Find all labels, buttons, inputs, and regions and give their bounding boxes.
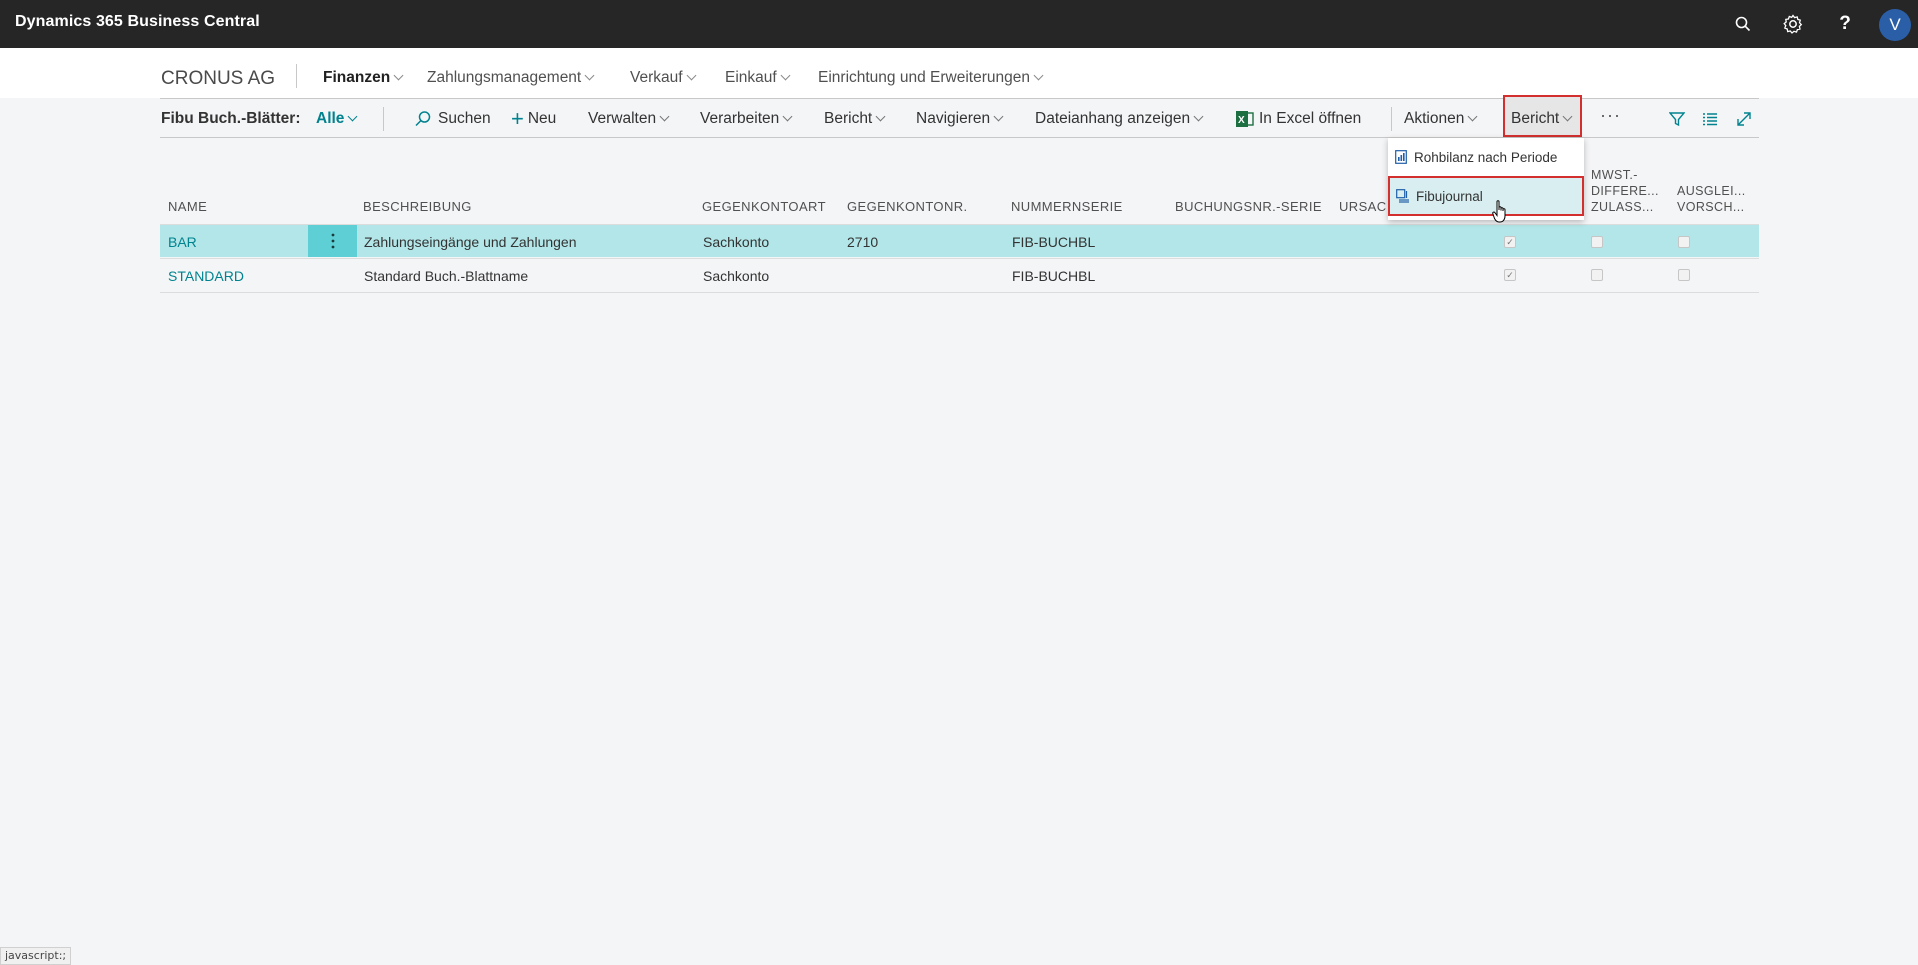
- actions-menu[interactable]: Aktionen: [1404, 110, 1478, 128]
- checkbox[interactable]: [1591, 236, 1603, 248]
- column-header-name[interactable]: NAME: [168, 199, 207, 214]
- process-menu[interactable]: Verarbeiten: [700, 110, 793, 128]
- row-description[interactable]: Standard Buch.-Blattname: [364, 268, 528, 284]
- gear-icon[interactable]: [1781, 12, 1805, 36]
- chevron-down-icon: [393, 70, 404, 81]
- filter-view-select[interactable]: Alle: [316, 110, 358, 128]
- avatar[interactable]: V: [1879, 9, 1911, 41]
- help-icon[interactable]: ?: [1833, 12, 1857, 36]
- action-divider: [383, 107, 384, 131]
- more-options-button[interactable]: ···: [1600, 105, 1621, 126]
- chevron-down-icon: [686, 70, 697, 81]
- checkbox[interactable]: [1678, 269, 1690, 281]
- app-bar: Dynamics 365 Business Central ? V: [0, 0, 1918, 48]
- nav-item-verkauf[interactable]: Verkauf: [630, 69, 697, 87]
- chevron-down-icon: [1467, 111, 1478, 121]
- chevron-down-icon: [782, 111, 793, 121]
- column-header-posting-series[interactable]: BUCHUNGSNR.-SERIE: [1175, 199, 1322, 214]
- company-name[interactable]: CRONUS AG: [161, 68, 275, 90]
- chevron-down-icon: [1033, 70, 1044, 81]
- chevron-down-icon: [875, 111, 886, 121]
- checkbox[interactable]: ✓: [1504, 236, 1516, 248]
- column-header-description[interactable]: BESCHREIBUNG: [363, 199, 472, 214]
- row-name-link[interactable]: STANDARD: [168, 268, 244, 284]
- page-caption: Fibu Buch.-Blätter:: [161, 110, 301, 127]
- column-header-suggest-application[interactable]: AUSGLEI... VORSCH...: [1677, 183, 1746, 215]
- open-in-excel-button[interactable]: X In Excel öffnen: [1236, 110, 1361, 128]
- menu-item-fibujournal[interactable]: Fibujournal: [1388, 176, 1584, 216]
- row-number-series[interactable]: FIB-BUCHBL: [1012, 268, 1095, 284]
- chevron-down-icon: [659, 111, 670, 121]
- column-header-bal-account-no[interactable]: GEGENKONTONR.: [847, 199, 968, 214]
- report-menu-open[interactable]: Bericht: [1511, 110, 1573, 128]
- chevron-down-icon: [1193, 111, 1204, 121]
- filter-icon[interactable]: [1666, 108, 1688, 130]
- report-dropdown: Rohbilanz nach Periode Fibujournal: [1388, 138, 1584, 220]
- search-icon: [415, 111, 431, 127]
- column-header-reason-code[interactable]: URSAC: [1339, 199, 1387, 214]
- journal-report-icon: [1396, 189, 1410, 203]
- expand-icon[interactable]: [1733, 108, 1755, 130]
- chevron-down-icon: [780, 70, 791, 81]
- column-header-vat-difference[interactable]: MWST.- DIFFERE... ZULASS...: [1591, 167, 1659, 215]
- nav-item-finanzen[interactable]: Finanzen: [323, 69, 404, 87]
- action-divider: [1391, 107, 1392, 131]
- list-view-icon[interactable]: [1699, 108, 1721, 130]
- report-menu[interactable]: Bericht: [824, 110, 886, 128]
- new-button[interactable]: + Neu: [511, 106, 556, 131]
- checkbox[interactable]: [1591, 269, 1603, 281]
- chevron-down-icon: [584, 70, 595, 81]
- row-menu-button[interactable]: [308, 225, 357, 257]
- nav-item-einkauf[interactable]: Einkauf: [725, 69, 791, 87]
- checkbox[interactable]: ✓: [1504, 269, 1516, 281]
- checkbox[interactable]: [1678, 236, 1690, 248]
- svg-text:X: X: [1238, 115, 1245, 126]
- hand-cursor-icon: [1492, 200, 1506, 223]
- row-bal-account-type[interactable]: Sachkonto: [703, 234, 769, 250]
- menu-item-trial-balance[interactable]: Rohbilanz nach Periode: [1394, 142, 1578, 172]
- column-header-number-series[interactable]: NUMMERNSERIE: [1011, 199, 1123, 214]
- row-name-link[interactable]: BAR: [168, 234, 197, 250]
- manage-menu[interactable]: Verwalten: [588, 110, 670, 128]
- nav-divider: [296, 64, 297, 88]
- excel-icon: X: [1236, 111, 1254, 127]
- row-divider: [160, 292, 1759, 293]
- row-description[interactable]: Zahlungseingänge und Zahlungen: [364, 234, 577, 250]
- nav-item-zahlungsmanagement[interactable]: Zahlungsmanagement: [427, 69, 595, 87]
- attachment-menu[interactable]: Dateianhang anzeigen: [1035, 110, 1204, 128]
- chevron-down-icon: [1562, 111, 1573, 121]
- row-bal-account-type[interactable]: Sachkonto: [703, 268, 769, 284]
- column-header-bal-account-type[interactable]: GEGENKONTOART: [702, 199, 826, 214]
- chevron-down-icon: [347, 111, 358, 122]
- report-icon: [1394, 150, 1408, 164]
- app-title[interactable]: Dynamics 365 Business Central: [15, 13, 260, 31]
- search-button[interactable]: Suchen: [414, 110, 491, 128]
- nav-item-einrichtung[interactable]: Einrichtung und Erweiterungen: [818, 69, 1044, 87]
- search-icon[interactable]: [1731, 12, 1755, 36]
- chevron-down-icon: [993, 111, 1004, 121]
- navigate-menu[interactable]: Navigieren: [916, 110, 1004, 128]
- row-number-series[interactable]: FIB-BUCHBL: [1012, 234, 1095, 250]
- plus-icon: +: [511, 106, 524, 131]
- more-vertical-icon: [331, 233, 334, 249]
- status-bar: javascript:;: [0, 947, 72, 965]
- row-bal-account-no[interactable]: 2710: [847, 234, 878, 250]
